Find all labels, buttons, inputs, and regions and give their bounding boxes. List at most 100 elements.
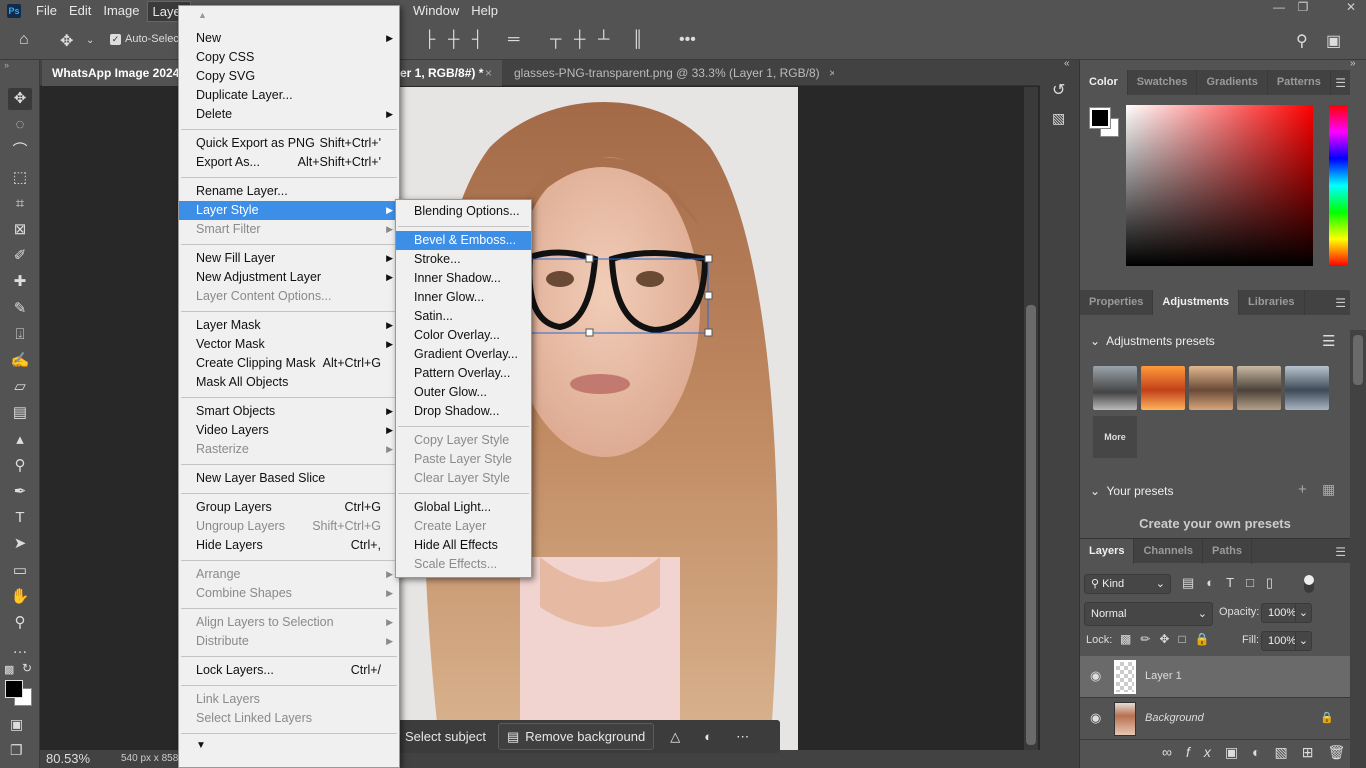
tab-paths[interactable]: Paths [1203,539,1252,564]
layer-row[interactable]: ◉ Background 🔒 [1080,698,1350,740]
menu-item-drop-shadow[interactable]: Drop Shadow... [396,402,531,421]
menu-item-layer-style[interactable]: Layer Style ▶ [179,201,399,220]
comments-icon[interactable]: ▧ [1052,110,1065,127]
menu-item-new-adjustment-layer[interactable]: New Adjustment Layer ▶ [179,268,399,287]
align-middle-icon[interactable]: ┼ [574,31,585,49]
filter-toggle[interactable] [1304,575,1314,593]
preset-thumbnail[interactable] [1189,366,1233,410]
crop-tool-icon[interactable]: ⌗ [8,193,32,215]
restore-button[interactable]: ❐ [1292,0,1314,18]
tab-patterns[interactable]: Patterns [1268,70,1331,95]
home-icon[interactable]: ⌂ [19,31,29,49]
history-icon[interactable]: ↺ [1052,80,1065,100]
menu-item-group-layers[interactable]: Group Layers Ctrl+G [179,498,399,517]
filter-type-icons[interactable]: ▤◐T□▯ [1182,575,1285,591]
menu-item-mask-all-objects[interactable]: Mask All Objects [179,373,399,392]
adjustments-presets-header[interactable]: ⌄ Adjustments presets [1090,334,1215,348]
eyedropper-tool-icon[interactable]: ✐ [8,245,32,267]
your-presets-header[interactable]: ⌄ Your presets [1090,484,1173,498]
align-right-icon[interactable]: ┤ [472,31,483,49]
hand-tool-icon[interactable]: ✋ [8,586,32,608]
tab-close-icon[interactable]: × [829,66,834,80]
more-options-button[interactable]: ••• [679,31,696,49]
menu-item-stroke[interactable]: Stroke... [396,250,531,269]
align-left-icon[interactable]: ├ [424,31,435,49]
preset-thumbnail[interactable] [1093,366,1137,410]
menu-window[interactable]: Window [408,1,464,22]
panel-menu-icon[interactable]: ☰ [1335,296,1346,310]
menu-item-bevel-emboss[interactable]: Bevel & Emboss... [396,231,531,250]
align-bottom-icon[interactable]: ┴ [598,31,609,49]
visibility-eye-icon[interactable]: ◉ [1090,710,1101,726]
lasso-tool-icon[interactable]: ⌒ [8,140,32,162]
move-tool-icon[interactable]: ✥ [8,88,32,110]
tab-channels[interactable]: Channels [1134,539,1203,564]
close-button[interactable]: ✕ [1340,0,1362,18]
scroll-down-icon[interactable]: ▼ [196,740,206,751]
expand-icon[interactable]: « [1064,58,1070,69]
menu-item-inner-glow[interactable]: Inner Glow... [396,288,531,307]
scroll-up-icon[interactable]: ▲ [198,10,207,20]
brush-tool-icon[interactable]: ✎ [8,298,32,320]
tab-glasses-png[interactable]: glasses-PNG-transparent.png @ 33.3% (Lay… [504,60,834,86]
menu-item-video-layers[interactable]: Video Layers ▶ [179,421,399,440]
list-view-icon[interactable]: ☰ [1322,332,1335,350]
preset-thumbnail[interactable] [1141,366,1185,410]
menu-item-lock-layers[interactable]: Lock Layers... Ctrl+/ [179,661,399,680]
clone-stamp-tool-icon[interactable]: ⍗ [8,324,32,346]
zoom-tool-icon[interactable]: ⚲ [8,612,32,634]
zoom-level[interactable]: 80.53% [46,751,90,766]
foreground-color-swatch[interactable] [5,680,23,698]
layer-name[interactable]: Layer 1 [1145,670,1182,682]
menu-item-pattern-overlay[interactable]: Pattern Overlay... [396,364,531,383]
menu-item-quick-export-as-png[interactable]: Quick Export as PNG Shift+Ctrl+' [179,134,399,153]
select-subject-button[interactable]: Select subject [399,723,494,750]
collapse-panels-icon[interactable]: » [1350,58,1356,69]
menu-item-copy-svg[interactable]: Copy SVG [179,67,399,86]
distribute-vertical-icon[interactable]: ║ [632,31,643,49]
color-field[interactable] [1126,105,1313,266]
more-tool-icon[interactable]: … [8,638,32,660]
auto-select-checkbox[interactable]: ✓ [110,34,121,45]
tab-color[interactable]: Color [1080,70,1128,95]
menu-image[interactable]: Image [98,1,144,22]
align-center-icon[interactable]: ┼ [448,31,459,49]
dodge-tool-icon[interactable]: ⚲ [8,455,32,477]
panel-menu-icon[interactable]: ☰ [1335,545,1346,559]
menu-item-rename-layer[interactable]: Rename Layer... [179,182,399,201]
preset-thumbnail[interactable] [1237,366,1281,410]
panel-menu-icon[interactable]: ☰ [1335,76,1346,90]
menu-item-color-overlay[interactable]: Color Overlay... [396,326,531,345]
frame-tool-icon[interactable]: ⊠ [8,219,32,241]
history-brush-tool-icon[interactable]: ✍ [8,350,32,372]
default-colors-icon[interactable]: ▩ [4,663,14,676]
menu-edit[interactable]: Edit [64,1,96,22]
layer-filter-select[interactable]: ⚲ Kind ⌄ [1084,574,1171,594]
menu-item-delete[interactable]: Delete ▶ [179,105,399,124]
color-foreground-swatch[interactable] [1089,107,1111,129]
layer-row[interactable]: ◉ Layer 1 [1080,656,1350,698]
grid-view-icon[interactable]: ▦ [1322,481,1335,498]
menu-item-export-as[interactable]: Export As... Alt+Shift+Ctrl+' [179,153,399,172]
blend-mode-select[interactable]: Normal ⌄ [1084,602,1213,626]
spot-healing-tool-icon[interactable]: ✚ [8,271,32,293]
menu-item-outer-glow[interactable]: Outer Glow... [396,383,531,402]
tab-swatches[interactable]: Swatches [1128,70,1198,95]
eraser-tool-icon[interactable]: ▱ [8,376,32,398]
workspace-icon[interactable]: ▣ [1326,31,1341,51]
tab-close-icon[interactable]: × [485,60,492,86]
gradient-tool-icon[interactable]: ▤ [8,402,32,424]
scrollbar-thumb[interactable] [1026,305,1036,745]
blur-tool-icon[interactable]: ▴ [8,429,32,451]
menu-item-satin[interactable]: Satin... [396,307,531,326]
tab-libraries[interactable]: Libraries [1239,290,1305,315]
tab-adjustments[interactable]: Adjustments [1153,290,1240,315]
menu-item-new-layer-based-slice[interactable]: New Layer Based Slice [179,469,399,488]
lock-icons[interactable]: ▩✏✥□🔒 [1120,632,1219,646]
preset-thumbnail[interactable] [1285,366,1329,410]
menu-item-inner-shadow[interactable]: Inner Shadow... [396,269,531,288]
pen-tool-icon[interactable]: ✒ [8,481,32,503]
opacity-input[interactable]: 100% ⌄ [1261,603,1312,623]
more-icon[interactable]: ⋯ [736,729,749,745]
rectangle-tool-icon[interactable]: ▭ [8,560,32,582]
